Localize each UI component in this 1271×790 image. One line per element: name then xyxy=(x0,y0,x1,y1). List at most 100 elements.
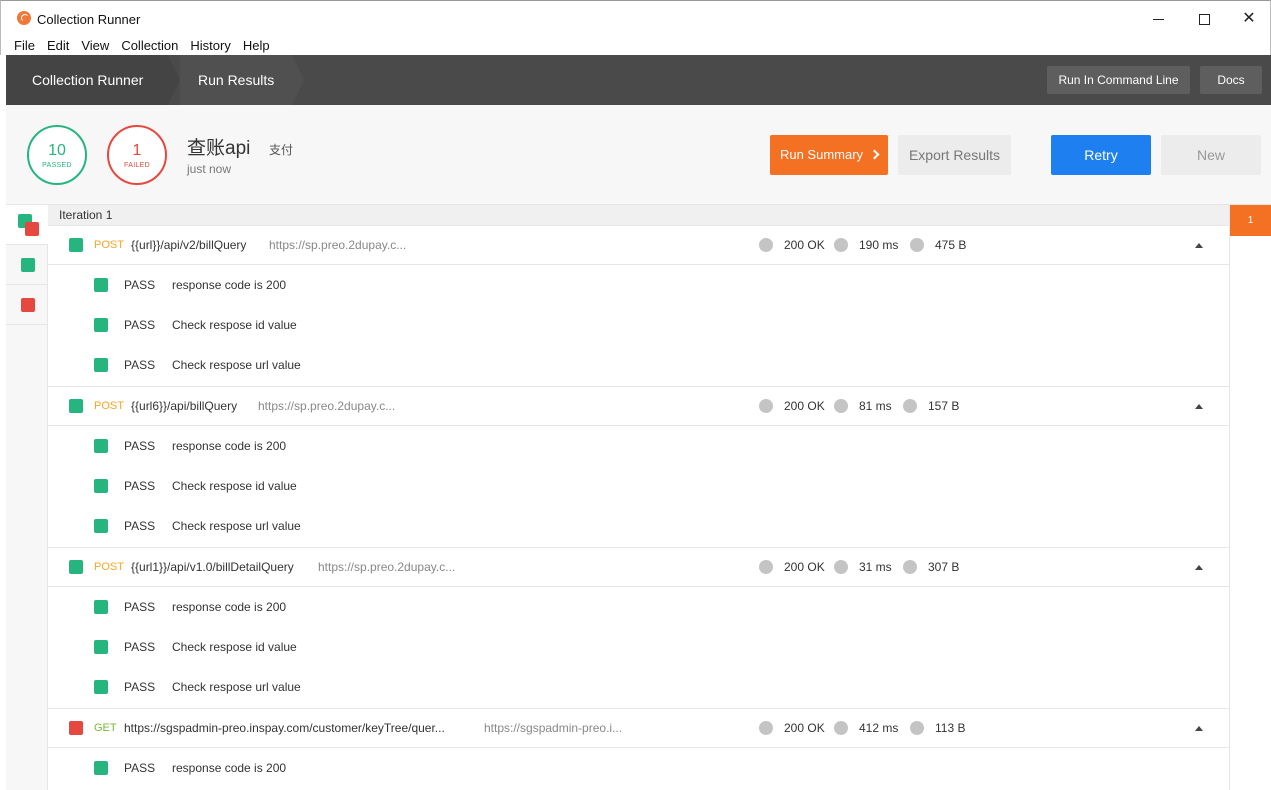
test-row: PASS response code is 200 xyxy=(48,748,1229,788)
request-method: POST xyxy=(94,400,124,412)
maximize-button[interactable] xyxy=(1181,5,1227,33)
iteration-sidebar: 1 xyxy=(1229,205,1271,790)
request-url: https://sp.preo.2dupay.c... xyxy=(258,399,396,413)
response-size: 157 B xyxy=(928,399,960,413)
time-dot-icon xyxy=(834,560,848,574)
test-pass-icon xyxy=(94,358,108,372)
test-pass-icon xyxy=(94,640,108,654)
failed-square-icon xyxy=(25,222,39,236)
menu-history[interactable]: History xyxy=(184,36,236,55)
response-status: 200 OK xyxy=(784,399,825,413)
run-time: just now xyxy=(187,162,232,176)
request-method: POST xyxy=(94,239,124,251)
new-button[interactable]: New xyxy=(1161,135,1261,175)
collapse-caret-icon[interactable] xyxy=(1195,726,1203,731)
response-size: 113 B xyxy=(935,721,966,735)
test-pass-icon xyxy=(94,761,108,775)
request-name: https://sgspadmin-preo.inspay.com/custom… xyxy=(124,721,445,735)
request-row[interactable]: POST {{url1}}/api/v1.0/billDetailQuery h… xyxy=(48,547,1229,587)
collection-name: 查账api xyxy=(187,138,251,159)
passed-square-icon xyxy=(21,258,35,272)
collapse-caret-icon[interactable] xyxy=(1195,243,1203,248)
test-name: Check respose url value xyxy=(172,519,301,533)
request-method: POST xyxy=(94,561,124,573)
test-row: PASS response code is 200 xyxy=(48,587,1229,627)
request-method: GET xyxy=(94,722,117,734)
passed-label: PASSED xyxy=(42,161,72,169)
request-name: {{url6}}/api/billQuery xyxy=(131,399,238,413)
test-row: PASS Check respose url value xyxy=(48,667,1229,707)
filter-passed[interactable] xyxy=(6,245,48,285)
test-result: PASS xyxy=(124,761,156,775)
menu-collection[interactable]: Collection xyxy=(115,36,184,55)
request-name: {{url}}/api/v2/billQuery xyxy=(131,238,247,252)
test-pass-icon xyxy=(94,680,108,694)
postman-logo-icon xyxy=(17,11,31,25)
collapse-caret-icon[interactable] xyxy=(1195,404,1203,409)
response-time: 190 ms xyxy=(859,238,899,252)
menu-view[interactable]: View xyxy=(75,36,115,55)
minimize-button[interactable] xyxy=(1135,5,1181,33)
menu-edit[interactable]: Edit xyxy=(41,36,75,55)
menu-file[interactable]: File xyxy=(8,36,41,55)
size-dot-icon xyxy=(903,560,917,574)
status-dot-icon xyxy=(759,238,773,252)
test-name: Check respose url value xyxy=(172,680,301,694)
test-row: PASS response code is 200 xyxy=(48,265,1229,305)
run-summary-button[interactable]: Run Summary xyxy=(770,135,888,175)
test-pass-icon xyxy=(94,600,108,614)
export-results-button[interactable]: Export Results xyxy=(898,135,1011,175)
size-dot-icon xyxy=(910,238,924,252)
filter-all[interactable] xyxy=(6,205,48,245)
retry-button[interactable]: Retry xyxy=(1051,135,1151,175)
test-name: response code is 200 xyxy=(172,600,287,614)
title-bar: Collection Runner ✕ xyxy=(0,0,1271,36)
docs-button[interactable]: Docs xyxy=(1200,66,1262,94)
test-name: response code is 200 xyxy=(172,761,287,775)
response-size: 307 B xyxy=(928,560,960,574)
test-result: PASS xyxy=(124,479,156,493)
request-url: https://sp.preo.2dupay.c... xyxy=(269,238,407,252)
filter-failed[interactable] xyxy=(6,285,48,325)
request-status-icon xyxy=(69,399,83,413)
response-status: 200 OK xyxy=(784,721,825,735)
test-row: PASS response code is 200 xyxy=(48,426,1229,466)
request-status-icon xyxy=(69,238,83,252)
status-dot-icon xyxy=(759,560,773,574)
request-url: https://sp.preo.2dupay.c... xyxy=(318,560,456,574)
test-result: PASS xyxy=(124,680,156,694)
size-dot-icon xyxy=(910,721,924,735)
minimize-icon xyxy=(1152,18,1164,20)
breadcrumb-arrow-icon xyxy=(168,55,180,105)
collapse-caret-icon[interactable] xyxy=(1195,565,1203,570)
test-result: PASS xyxy=(124,439,156,453)
status-dot-icon xyxy=(759,399,773,413)
request-row[interactable]: GET https://sgspadmin-preo.inspay.com/cu… xyxy=(48,708,1229,748)
breadcrumb-run-results[interactable]: Run Results xyxy=(180,55,292,105)
maximize-icon xyxy=(1198,13,1210,25)
test-result: PASS xyxy=(124,600,156,614)
test-name: response code is 200 xyxy=(172,278,287,292)
request-row[interactable]: POST {{url}}/api/v2/billQuery https://sp… xyxy=(48,225,1229,265)
test-name: Check respose url value xyxy=(172,358,301,372)
breadcrumb-collection-runner[interactable]: Collection Runner xyxy=(6,55,168,105)
close-button[interactable]: ✕ xyxy=(1226,5,1271,33)
response-status: 200 OK xyxy=(784,238,825,252)
response-size: 475 B xyxy=(935,238,967,252)
test-name: Check respose id value xyxy=(172,640,297,654)
run-in-command-line-button[interactable]: Run In Command Line xyxy=(1047,66,1190,94)
failed-count-badge: 1 FAILED xyxy=(107,125,167,185)
run-summary-label: Run Summary xyxy=(779,147,864,162)
test-row: PASS Check respose id value xyxy=(48,305,1229,345)
menu-bar: File Edit View Collection History Help xyxy=(0,36,1271,55)
iteration-tab-1[interactable]: 1 xyxy=(1230,205,1271,236)
test-name: Check respose id value xyxy=(172,479,297,493)
test-result: PASS xyxy=(124,640,156,654)
request-row[interactable]: POST {{url6}}/api/billQuery https://sp.p… xyxy=(48,386,1229,426)
test-name: response code is 200 xyxy=(172,439,287,453)
request-status-icon xyxy=(69,721,83,735)
time-dot-icon xyxy=(834,238,848,252)
menu-help[interactable]: Help xyxy=(237,36,276,55)
response-status: 200 OK xyxy=(784,560,825,574)
test-result: PASS xyxy=(124,318,156,332)
